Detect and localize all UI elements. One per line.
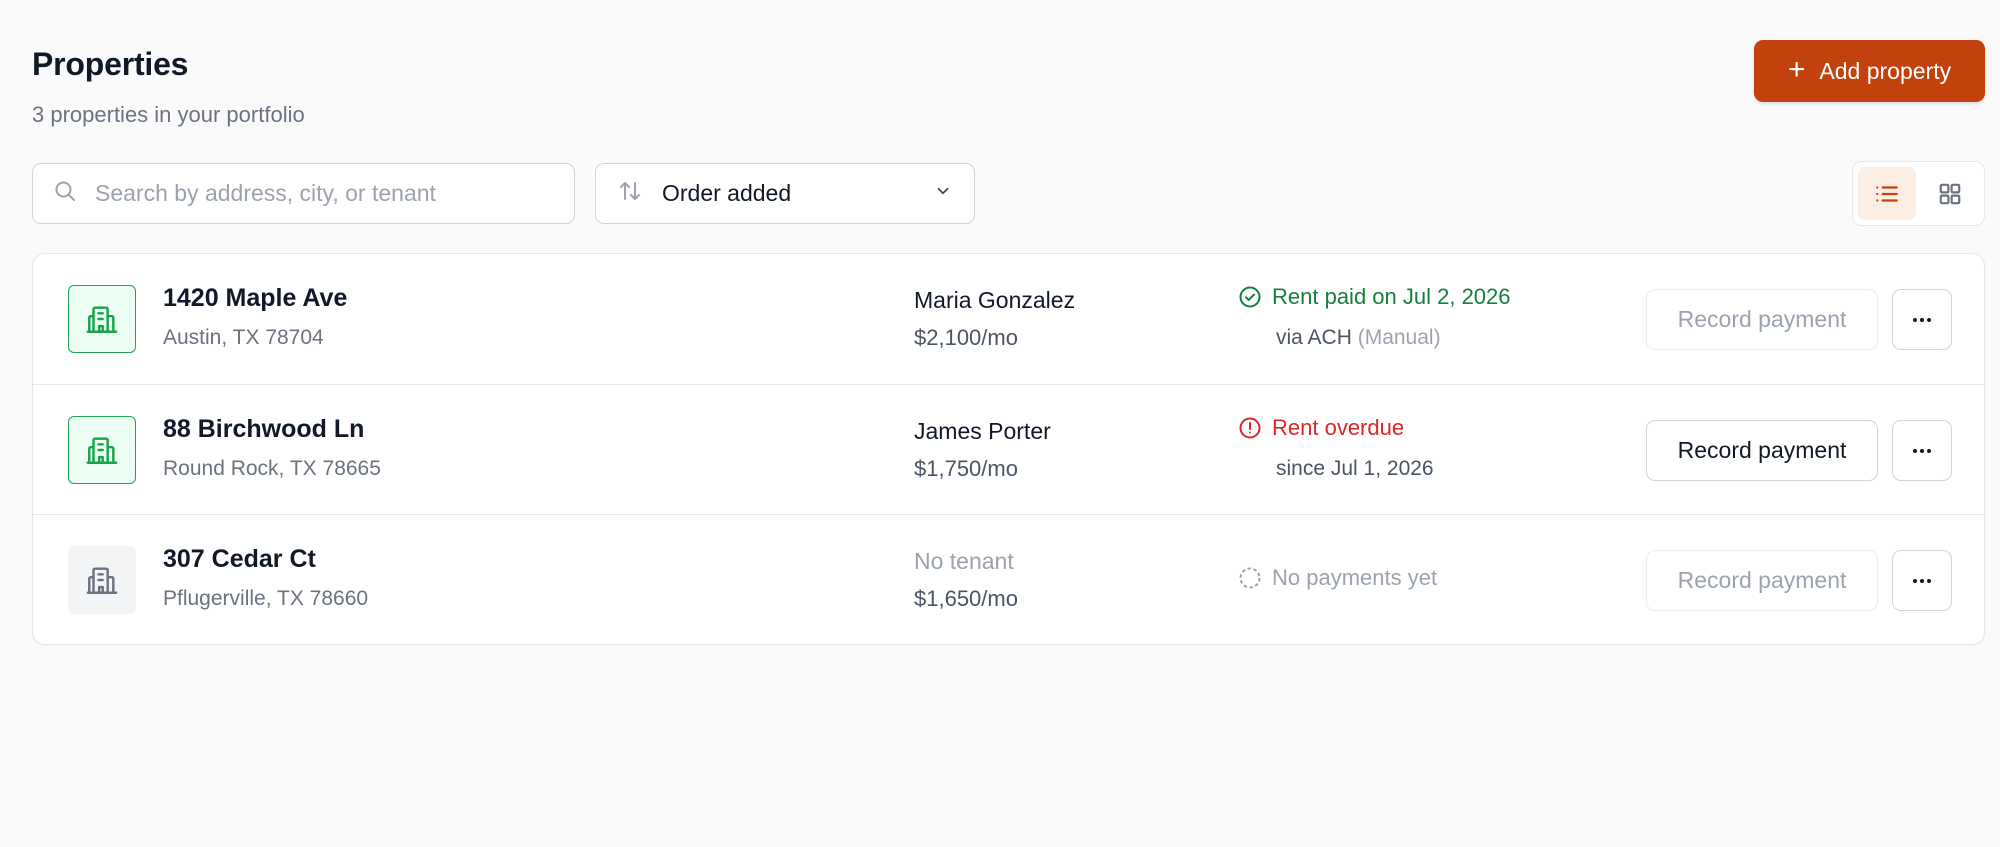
payment-method: via ACH [1276, 326, 1352, 349]
search-input[interactable] [95, 180, 555, 207]
add-property-button[interactable]: + Add property [1754, 40, 1985, 102]
plus-icon: + [1787, 52, 1806, 86]
property-address: 307 Cedar Ct [163, 545, 316, 573]
alert-circle-icon [1239, 417, 1261, 439]
status-text: No payments yet [1272, 565, 1438, 590]
building-icon [68, 285, 136, 353]
rent-amount: $2,100/mo [914, 325, 1018, 350]
status-detail: via ACH (Manual) [1276, 326, 1441, 350]
more-icon [1913, 317, 1931, 322]
grid-view-button[interactable] [1922, 167, 1980, 220]
more-options-button[interactable] [1892, 550, 1952, 611]
status-badge: Rent paid on Jul 2, 2026 [1238, 284, 1511, 310]
sort-select[interactable]: Order added [595, 163, 975, 224]
page-subtitle: 3 properties in your portfolio [32, 102, 305, 127]
dashed-circle-icon [1239, 567, 1261, 589]
sort-label: Order added [662, 180, 792, 206]
more-icon [1913, 448, 1931, 453]
record-payment-button[interactable]: Record payment [1646, 420, 1878, 481]
record-payment-button[interactable]: Record payment [1646, 289, 1878, 350]
property-row[interactable]: 307 Cedar Ct Pflugerville, TX 78660 No t… [33, 514, 1984, 644]
status-text: Rent overdue [1272, 415, 1405, 440]
search-box [32, 163, 575, 224]
tenant-name: No tenant [914, 548, 1014, 574]
property-city: Austin, TX 78704 [163, 326, 324, 349]
sort-arrows-icon [618, 179, 642, 208]
page-title: Properties [32, 46, 189, 82]
status-text: Rent paid on Jul 2, 2026 [1272, 284, 1511, 309]
properties-page: Properties 3 properties in your portfoli… [0, 0, 2000, 847]
property-address: 1420 Maple Ave [163, 284, 348, 312]
property-row[interactable]: 1420 Maple Ave Austin, TX 78704 Maria Go… [33, 254, 1984, 384]
record-payment-button[interactable]: Record payment [1646, 550, 1878, 611]
search-icon [53, 179, 77, 208]
building-icon [68, 546, 136, 614]
rent-amount: $1,750/mo [914, 456, 1018, 481]
more-icon [1913, 578, 1931, 583]
tenant-name: James Porter [914, 418, 1051, 444]
list-icon [1875, 185, 1898, 202]
property-city: Round Rock, TX 78665 [163, 457, 381, 480]
status-detail: since Jul 1, 2026 [1276, 457, 1434, 480]
more-options-button[interactable] [1892, 420, 1952, 481]
rent-amount: $1,650/mo [914, 586, 1018, 611]
check-circle-icon [1239, 286, 1261, 308]
status-badge: No payments yet [1238, 565, 1437, 591]
list-view-button[interactable] [1858, 167, 1916, 220]
property-row[interactable]: 88 Birchwood Ln Round Rock, TX 78665 Jam… [33, 384, 1984, 514]
more-options-button[interactable] [1892, 289, 1952, 350]
property-list: 1420 Maple Ave Austin, TX 78704 Maria Go… [32, 253, 1985, 645]
status-badge: Rent overdue [1238, 415, 1404, 441]
property-city: Pflugerville, TX 78660 [163, 587, 369, 610]
chevron-down-icon [934, 182, 952, 205]
payment-source: (Manual) [1357, 326, 1441, 349]
add-property-label: Add property [1819, 57, 1952, 84]
property-address: 88 Birchwood Ln [163, 415, 365, 443]
building-icon [68, 416, 136, 484]
view-toggle [1852, 161, 1985, 226]
grid-icon [1939, 183, 1961, 204]
tenant-name: Maria Gonzalez [914, 287, 1076, 313]
